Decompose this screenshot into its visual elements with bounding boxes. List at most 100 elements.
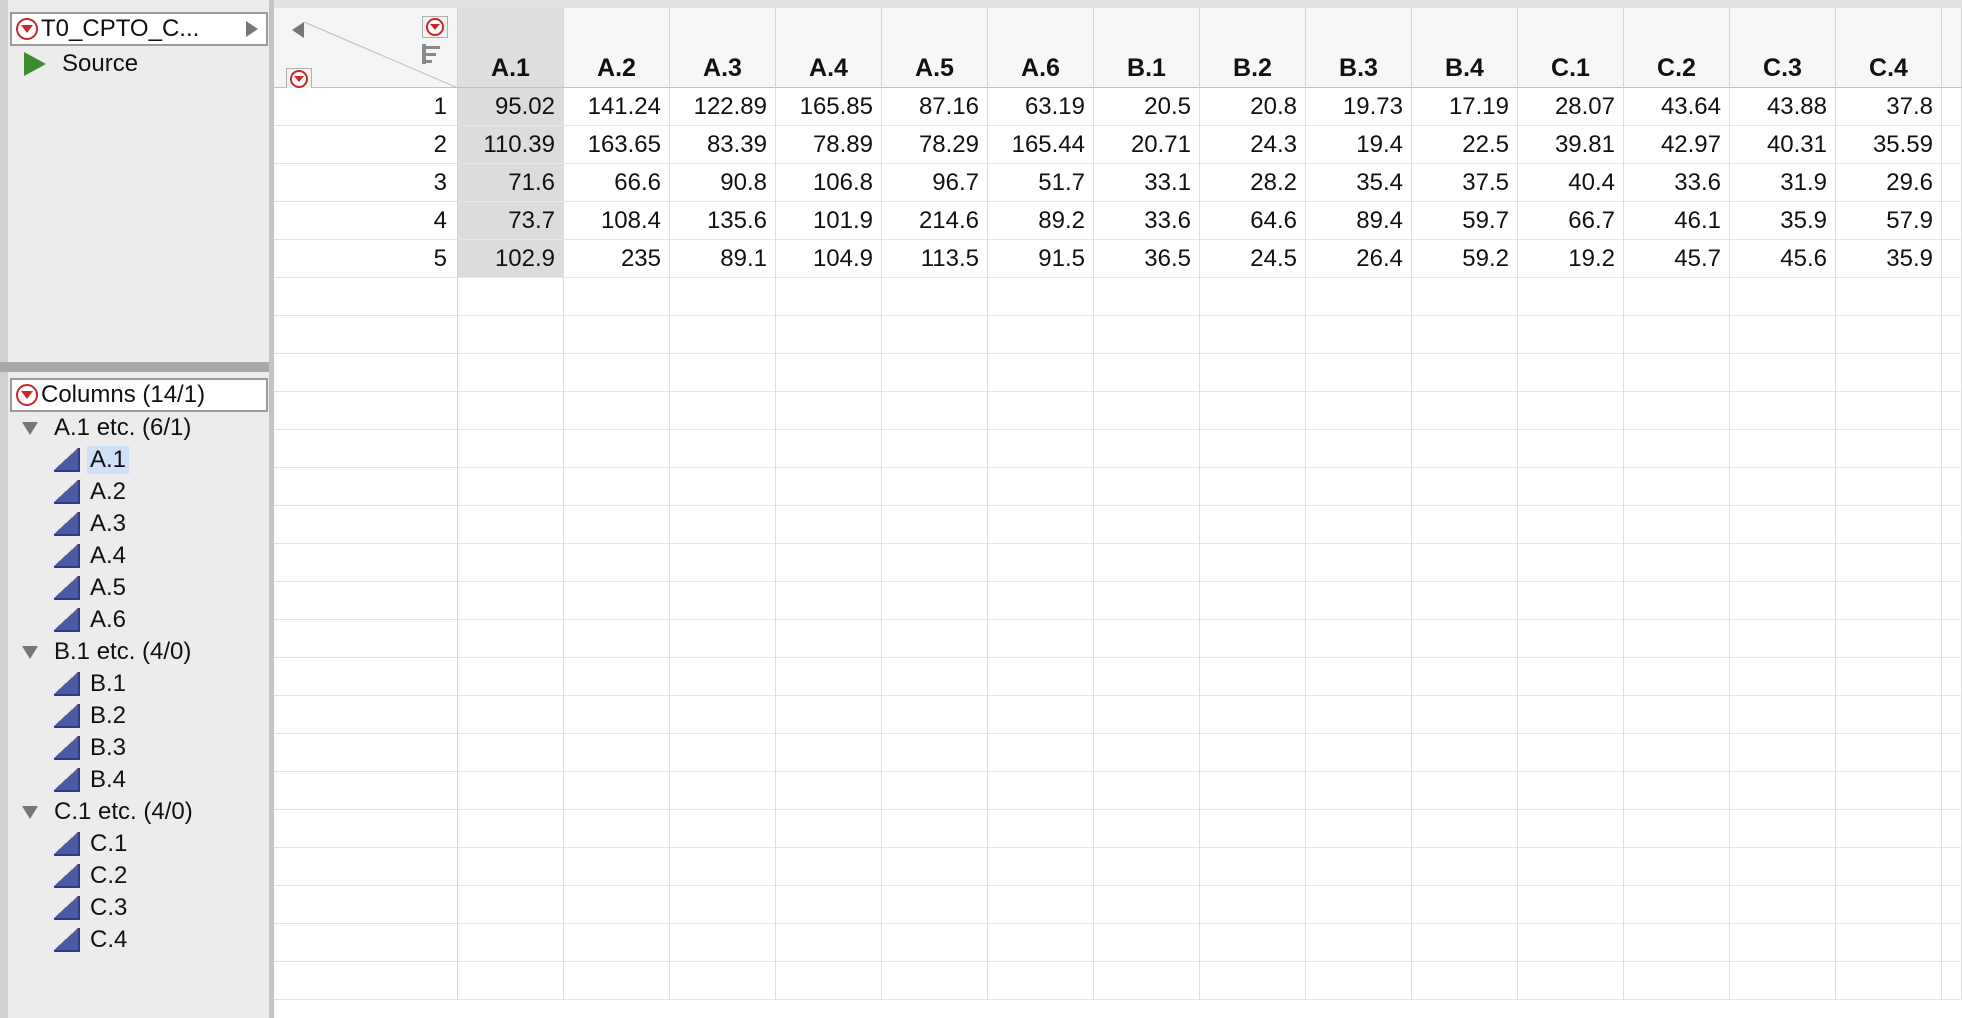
empty-cell[interactable]: [1730, 962, 1836, 1000]
empty-cell[interactable]: [988, 772, 1094, 810]
table-cell[interactable]: 37.5: [1412, 164, 1518, 202]
empty-cell[interactable]: [882, 734, 988, 772]
table-cell[interactable]: 66.7: [1518, 202, 1624, 240]
empty-cell[interactable]: [1094, 696, 1200, 734]
empty-cell[interactable]: [1094, 506, 1200, 544]
table-cell[interactable]: 90.8: [670, 164, 776, 202]
table-cell[interactable]: 40.31: [1730, 126, 1836, 164]
empty-cell[interactable]: [988, 886, 1094, 924]
empty-cell[interactable]: [1836, 620, 1942, 658]
empty-cell[interactable]: [564, 392, 670, 430]
table-cell[interactable]: 135.6: [670, 202, 776, 240]
empty-cell[interactable]: [776, 810, 882, 848]
empty-cell[interactable]: [1518, 392, 1624, 430]
empty-cell[interactable]: [1942, 240, 1962, 278]
empty-cell[interactable]: [1518, 430, 1624, 468]
empty-cell[interactable]: [564, 658, 670, 696]
table-cell[interactable]: 163.65: [564, 126, 670, 164]
empty-cell[interactable]: [1412, 696, 1518, 734]
empty-cell[interactable]: [1518, 278, 1624, 316]
empty-cell[interactable]: [1836, 278, 1942, 316]
row-number[interactable]: [274, 506, 458, 544]
empty-cell[interactable]: [1942, 88, 1962, 126]
empty-cell[interactable]: [458, 506, 564, 544]
empty-cell[interactable]: [1730, 468, 1836, 506]
empty-cell[interactable]: [776, 734, 882, 772]
empty-cell[interactable]: [988, 848, 1094, 886]
empty-cell[interactable]: [1836, 772, 1942, 810]
empty-cell[interactable]: [670, 886, 776, 924]
row-number[interactable]: [274, 316, 458, 354]
empty-cell[interactable]: [1730, 810, 1836, 848]
empty-cell[interactable]: [1094, 620, 1200, 658]
empty-cell[interactable]: [1624, 962, 1730, 1000]
empty-cell[interactable]: [1200, 962, 1306, 1000]
table-cell[interactable]: 122.89: [670, 88, 776, 126]
table-cell[interactable]: 95.02: [458, 88, 564, 126]
column-item[interactable]: A.1: [54, 446, 130, 474]
empty-cell[interactable]: [1094, 544, 1200, 582]
table-cell[interactable]: 36.5: [1094, 240, 1200, 278]
row-number[interactable]: [274, 278, 458, 316]
empty-cell[interactable]: [1412, 962, 1518, 1000]
empty-cell[interactable]: [1942, 392, 1962, 430]
empty-cell[interactable]: [776, 962, 882, 1000]
table-cell[interactable]: 43.88: [1730, 88, 1836, 126]
table-cell[interactable]: 28.07: [1518, 88, 1624, 126]
empty-cell[interactable]: [988, 696, 1094, 734]
empty-cell[interactable]: [882, 620, 988, 658]
empty-cell[interactable]: [458, 924, 564, 962]
empty-cell[interactable]: [1836, 696, 1942, 734]
table-cell[interactable]: 91.5: [988, 240, 1094, 278]
column-header[interactable]: B.1: [1094, 8, 1200, 88]
empty-cell[interactable]: [670, 430, 776, 468]
scroll-left-icon[interactable]: [292, 22, 304, 38]
disclosure-down-icon[interactable]: [22, 805, 38, 819]
empty-cell[interactable]: [564, 278, 670, 316]
empty-cell[interactable]: [988, 316, 1094, 354]
empty-cell[interactable]: [1200, 696, 1306, 734]
empty-cell[interactable]: [1836, 506, 1942, 544]
empty-cell[interactable]: [1730, 886, 1836, 924]
row-number[interactable]: [274, 620, 458, 658]
column-item[interactable]: B.1: [54, 670, 126, 698]
empty-cell[interactable]: [564, 430, 670, 468]
empty-cell[interactable]: [1942, 658, 1962, 696]
empty-cell[interactable]: [1412, 658, 1518, 696]
table-cell[interactable]: 33.1: [1094, 164, 1200, 202]
empty-cell[interactable]: [1836, 354, 1942, 392]
panel-splitter[interactable]: [0, 362, 272, 372]
empty-cell[interactable]: [1942, 430, 1962, 468]
empty-cell[interactable]: [564, 544, 670, 582]
empty-cell[interactable]: [1200, 430, 1306, 468]
empty-cell[interactable]: [1094, 392, 1200, 430]
expand-right-icon[interactable]: [246, 21, 258, 37]
empty-cell[interactable]: [1942, 848, 1962, 886]
table-cell[interactable]: 87.16: [882, 88, 988, 126]
table-cell[interactable]: 33.6: [1624, 164, 1730, 202]
empty-cell[interactable]: [458, 468, 564, 506]
empty-cell[interactable]: [988, 582, 1094, 620]
empty-cell[interactable]: [564, 962, 670, 1000]
empty-cell[interactable]: [458, 430, 564, 468]
empty-cell[interactable]: [670, 620, 776, 658]
row-number[interactable]: [274, 734, 458, 772]
empty-cell[interactable]: [1942, 772, 1962, 810]
table-cell[interactable]: 42.97: [1624, 126, 1730, 164]
empty-cell[interactable]: [1836, 544, 1942, 582]
table-cell[interactable]: 43.64: [1624, 88, 1730, 126]
empty-cell[interactable]: [1624, 620, 1730, 658]
empty-cell[interactable]: [458, 734, 564, 772]
column-hierarchy-icon[interactable]: [422, 44, 440, 64]
empty-cell[interactable]: [1306, 962, 1412, 1000]
column-header[interactable]: C.3: [1730, 8, 1836, 88]
empty-cell[interactable]: [1412, 278, 1518, 316]
empty-cell[interactable]: [1624, 316, 1730, 354]
empty-cell[interactable]: [1624, 354, 1730, 392]
empty-cell[interactable]: [564, 848, 670, 886]
empty-cell[interactable]: [670, 354, 776, 392]
table-cell[interactable]: 39.81: [1518, 126, 1624, 164]
empty-cell[interactable]: [1412, 924, 1518, 962]
empty-cell[interactable]: [1306, 392, 1412, 430]
empty-cell[interactable]: [1518, 962, 1624, 1000]
